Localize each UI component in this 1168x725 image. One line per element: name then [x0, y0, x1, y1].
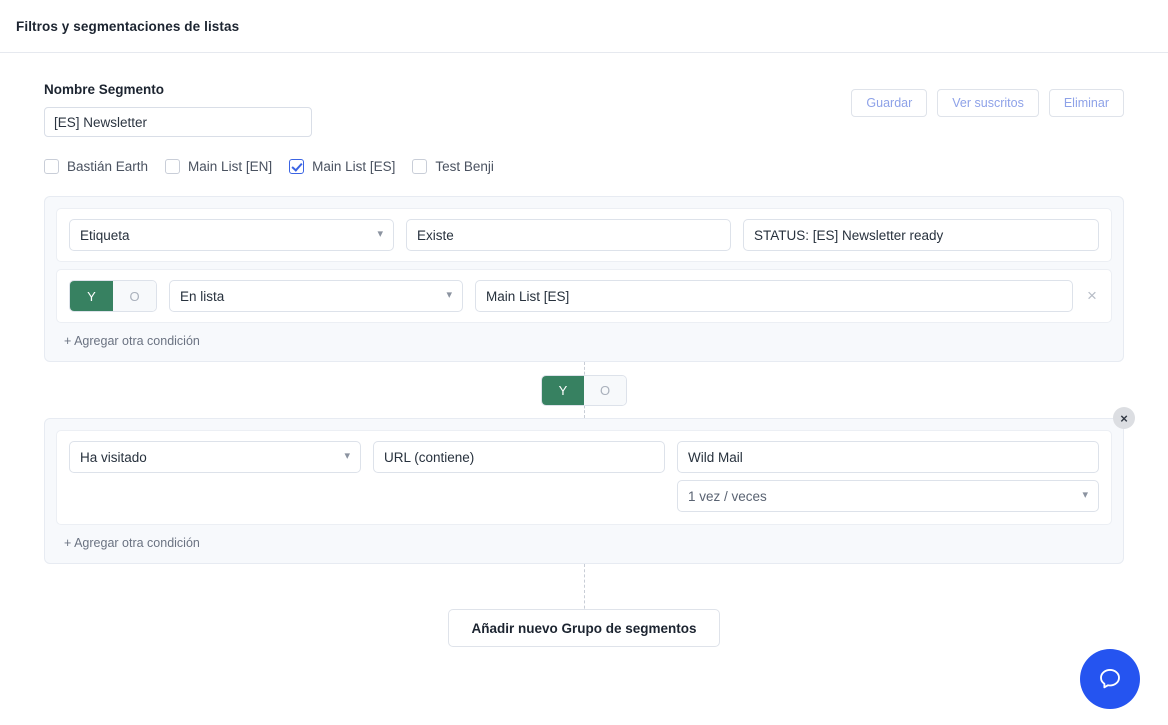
- condition-type-cell: En lista ▾: [169, 280, 463, 312]
- add-segment-group-button[interactable]: Añadir nuevo Grupo de segmentos: [448, 609, 720, 647]
- condition-value-input[interactable]: Wild Mail: [677, 441, 1099, 473]
- condition-row: Y O En lista ▾ Main List [ES] ×: [56, 269, 1112, 323]
- help-chat-button[interactable]: [1080, 649, 1140, 709]
- checkbox-main-list-es[interactable]: [289, 159, 305, 174]
- segment-header: Nombre Segmento Guardar Ver suscritos El…: [44, 53, 1124, 137]
- condition-type-cell: Ha visitado ▾: [69, 441, 361, 473]
- condition-type-value: En lista: [180, 288, 225, 304]
- checkbox-bastian-earth[interactable]: [44, 159, 59, 174]
- condition-operator-cell: Existe: [406, 219, 731, 251]
- segment-group-2: Ha visitado ▾ URL (contiene) Wild Mail 1…: [44, 418, 1124, 564]
- group-join-toggle[interactable]: Y O: [541, 374, 627, 406]
- condition-frequency-select[interactable]: 1 vez / veces ▾: [677, 480, 1099, 512]
- condition-value-input[interactable]: Main List [ES]: [475, 280, 1073, 312]
- remove-condition-icon[interactable]: ×: [1085, 280, 1099, 312]
- condition-type-cell: Etiqueta ▾: [69, 219, 394, 251]
- condition-operator-input[interactable]: URL (contiene): [373, 441, 665, 473]
- condition-type-value: Etiqueta: [80, 227, 130, 243]
- app-header: Filtros y segmentaciones de listas: [0, 0, 1168, 53]
- group-join-toggle-wrapper: Y O: [44, 362, 1124, 418]
- toggle-and-option[interactable]: Y: [70, 281, 113, 311]
- list-checkbox-row: Bastián Earth Main List [EN] Main List […: [44, 159, 1124, 174]
- list-checkbox-item[interactable]: Main List [ES]: [289, 159, 395, 174]
- view-subscribers-button[interactable]: Ver suscritos: [937, 89, 1039, 117]
- add-condition-link[interactable]: + Agregar otra condición: [56, 525, 1112, 563]
- add-condition-link[interactable]: + Agregar otra condición: [56, 323, 1112, 361]
- condition-type-value: Ha visitado: [80, 449, 147, 465]
- header-actions: Guardar Ver suscritos Eliminar: [851, 82, 1124, 117]
- list-checkbox-label: Main List [EN]: [188, 159, 273, 174]
- segment-group-1: Etiqueta ▾ Existe STATUS: [ES] Newslette…: [44, 196, 1124, 362]
- remove-group-button[interactable]: ×: [1113, 407, 1135, 429]
- condition-and-or-toggle[interactable]: Y O: [69, 280, 157, 312]
- page-title: Filtros y segmentaciones de listas: [16, 18, 240, 34]
- chat-bubble-icon: [1100, 668, 1120, 689]
- condition-operator-cell: URL (contiene): [373, 441, 665, 473]
- condition-value-cell: Wild Mail 1 vez / veces ▾: [677, 441, 1099, 512]
- toggle-or-option[interactable]: O: [113, 281, 156, 311]
- delete-button[interactable]: Eliminar: [1048, 89, 1124, 117]
- condition-operator-input[interactable]: Existe: [406, 219, 731, 251]
- condition-row: Ha visitado ▾ URL (contiene) Wild Mail 1…: [56, 430, 1112, 525]
- segment-group-2-wrapper: × Ha visitado ▾ URL (contiene) Wild Mail…: [44, 407, 1135, 564]
- condition-value-cell: Main List [ES]: [475, 280, 1073, 312]
- condition-type-select[interactable]: Etiqueta ▾: [69, 219, 394, 251]
- list-checkbox-label: Bastián Earth: [67, 159, 149, 174]
- condition-type-select[interactable]: Ha visitado ▾: [69, 441, 361, 473]
- segment-name-block: Nombre Segmento: [44, 82, 312, 137]
- segment-group-1-wrapper: Etiqueta ▾ Existe STATUS: [ES] Newslette…: [44, 196, 1124, 362]
- condition-row: Etiqueta ▾ Existe STATUS: [ES] Newslette…: [56, 208, 1112, 262]
- condition-type-select[interactable]: En lista ▾: [169, 280, 463, 312]
- condition-value-cell: STATUS: [ES] Newsletter ready: [743, 219, 1099, 251]
- checkbox-main-list-en[interactable]: [165, 159, 181, 174]
- group-toggle-or-option[interactable]: O: [584, 375, 626, 405]
- list-checkbox-label: Test Benji: [435, 159, 494, 174]
- save-button[interactable]: Guardar: [851, 89, 928, 117]
- chevron-down-icon: ▾: [446, 288, 452, 301]
- condition-frequency-value: 1 vez / veces: [688, 488, 767, 504]
- add-group-zone: Añadir nuevo Grupo de segmentos: [44, 564, 1124, 664]
- list-checkbox-label: Main List [ES]: [312, 159, 396, 174]
- condition-value-input[interactable]: STATUS: [ES] Newsletter ready: [743, 219, 1099, 251]
- checkbox-test-benji[interactable]: [412, 159, 428, 174]
- list-checkbox-item[interactable]: Bastián Earth: [44, 159, 148, 174]
- list-checkbox-item[interactable]: Test Benji: [412, 159, 494, 174]
- segment-name-input[interactable]: [44, 107, 312, 137]
- segment-name-label: Nombre Segmento: [44, 82, 165, 97]
- page-body: Nombre Segmento Guardar Ver suscritos El…: [0, 53, 1168, 664]
- group-toggle-and-option[interactable]: Y: [542, 375, 584, 405]
- list-checkbox-item[interactable]: Main List [EN]: [165, 159, 272, 174]
- chevron-down-icon: ▾: [344, 449, 350, 462]
- chevron-down-icon: ▾: [377, 227, 383, 240]
- chevron-down-icon: ▾: [1082, 488, 1088, 501]
